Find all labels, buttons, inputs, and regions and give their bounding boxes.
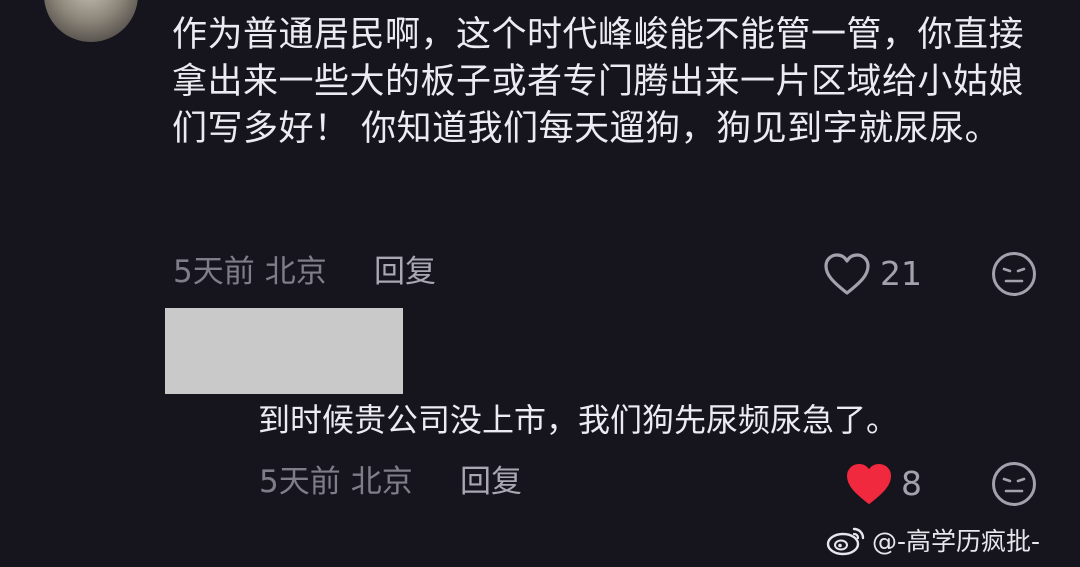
reply-text: 到时候贵公司没上市，我们狗先尿频尿急了。: [258, 401, 899, 439]
neutral-face-icon[interactable]: [991, 251, 1037, 297]
comment-like-count: 21: [880, 254, 922, 293]
watermark: @-高学历疯批-: [826, 522, 1040, 558]
reply-location: 北京: [350, 464, 413, 500]
reply-like-count: 8: [901, 464, 922, 503]
reply-meta: 5天前 北京: [259, 462, 413, 502]
heart-icon[interactable]: [845, 462, 893, 506]
weibo-logo-icon: [826, 527, 865, 556]
reply-time: 5天前: [259, 464, 341, 500]
reply-reply-button[interactable]: 回复: [460, 462, 522, 502]
redacted-username: [165, 308, 403, 394]
comment-time: 5天前: [173, 254, 255, 290]
heart-icon[interactable]: [823, 252, 871, 296]
comment-meta: 5天前 北京: [173, 252, 327, 292]
watermark-text: @-高学历疯批-: [872, 527, 1041, 556]
neutral-face-icon[interactable]: [991, 461, 1037, 507]
comment-location: 北京: [264, 254, 327, 290]
comment-reply-button[interactable]: 回复: [374, 252, 436, 292]
comment-text: 作为普通居民啊，这个时代峰峻能不能管一管，你直接拿出来一些大的板子或者专门腾出来…: [172, 15, 1025, 149]
avatar[interactable]: [44, 0, 138, 42]
